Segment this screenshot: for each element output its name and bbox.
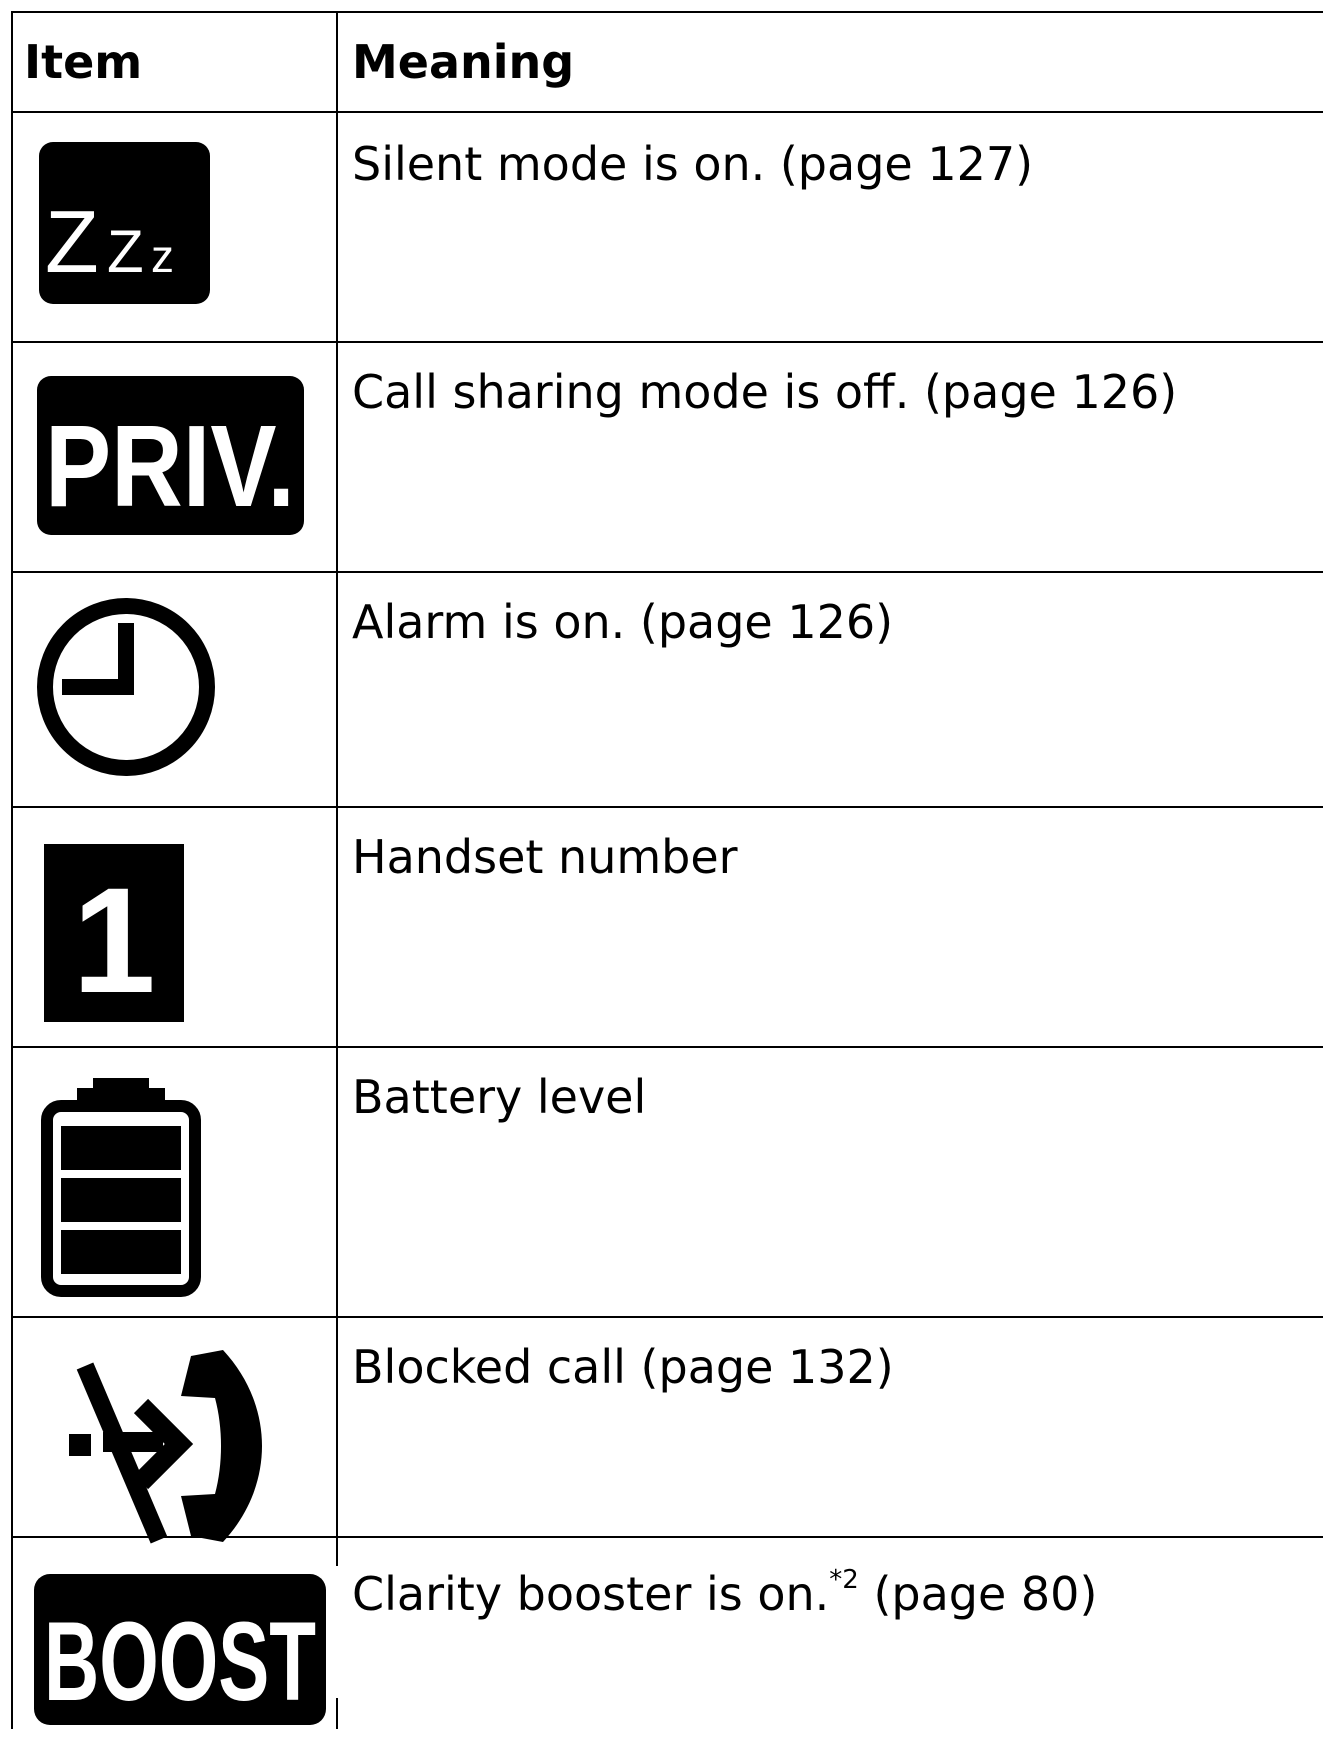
footnote-marker: *2 [829,1565,859,1595]
meaning-handset-number: Handset number [352,830,738,884]
row-divider [11,571,1323,573]
svg-text:PRIV.: PRIV. [45,401,295,531]
svg-text:z: z [151,230,174,282]
header-meaning: Meaning [352,35,575,89]
table-border-top [11,11,1323,13]
meaning-call-sharing: Call sharing mode is off. (page 126) [352,365,1178,419]
svg-text:Z: Z [45,192,99,291]
row-divider [11,806,1323,808]
blocked-call-icon [63,1346,273,1546]
meaning-battery: Battery level [352,1070,647,1124]
boost-icon: BOOST [34,1574,326,1725]
icon-meaning-table: Item Meaning Z Z z Silent mode is on. (p… [11,11,1323,1741]
handset-number-icon: 1 [44,844,184,1024]
alarm-clock-icon [30,591,222,783]
meaning-silent-mode: Silent mode is on. (page 127) [352,137,1034,191]
svg-text:1: 1 [72,856,155,1022]
row-divider [11,341,1323,343]
row-divider [11,111,1323,113]
header-item: Item [24,35,143,89]
priv-icon: PRIV. [37,376,304,535]
silent-mode-icon: Z Z z [39,142,210,304]
meaning-alarm: Alarm is on. (page 126) [352,595,894,649]
svg-text:BOOST: BOOST [44,1599,316,1724]
table-border-left [11,11,13,1729]
meaning-clarity-booster-text: Clarity booster is on. [352,1567,830,1621]
svg-text:Z: Z [107,218,144,285]
row-divider [11,1316,1323,1318]
meaning-clarity-booster: Clarity booster is on.*2 (page 80) [352,1567,1097,1617]
column-divider [336,11,338,1566]
battery-icon [41,1078,201,1297]
row-divider [11,1046,1323,1048]
column-divider-bottom [336,1698,338,1729]
meaning-blocked-call: Blocked call (page 132) [352,1340,894,1394]
meaning-clarity-booster-page: (page 80) [858,1567,1098,1621]
